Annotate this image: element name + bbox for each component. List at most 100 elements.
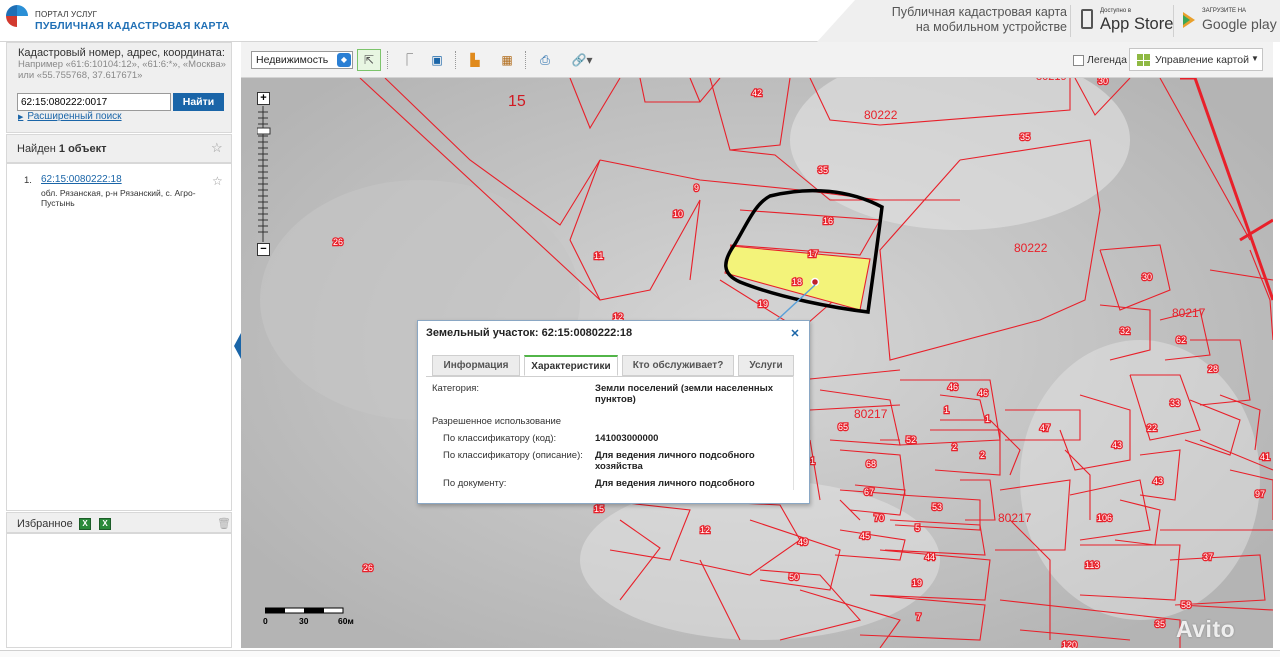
- google-play-icon: [1183, 12, 1195, 28]
- scale-bar: 0 30 60м: [263, 607, 354, 627]
- popup-scrollbar[interactable]: [793, 376, 801, 490]
- measure-help-icon[interactable]: ⎾: [395, 49, 419, 71]
- identify-icon[interactable]: ▣: [425, 49, 449, 71]
- tab-who-serves[interactable]: Кто обслуживает?: [622, 355, 734, 376]
- legend-label[interactable]: Легенда: [1087, 54, 1127, 66]
- svg-text:10: 10: [673, 209, 683, 219]
- svg-text:7: 7: [916, 612, 921, 622]
- zoom-out-button[interactable]: −: [257, 243, 270, 256]
- excel-import-icon[interactable]: X: [99, 518, 111, 530]
- svg-text:37: 37: [1203, 552, 1213, 562]
- svg-text:19: 19: [912, 578, 922, 588]
- svg-text:17: 17: [808, 249, 818, 259]
- svg-text:22: 22: [1147, 423, 1157, 433]
- svg-text:80217: 80217: [998, 511, 1032, 525]
- found-text: Найден 1 объект: [17, 143, 107, 155]
- svg-text:26: 26: [363, 563, 373, 573]
- svg-text:28: 28: [1208, 364, 1218, 374]
- popup-body: Категория: Земли поселений (земли населе…: [426, 376, 800, 490]
- zoom-in-button[interactable]: +: [257, 92, 270, 105]
- svg-text:80222: 80222: [864, 108, 898, 122]
- star-icon[interactable]: ☆: [211, 140, 223, 156]
- svg-text:52: 52: [906, 435, 916, 445]
- trash-icon[interactable]: 🗑: [217, 517, 231, 530]
- svg-text:11: 11: [594, 251, 603, 261]
- svg-text:46: 46: [978, 388, 988, 398]
- svg-text:68: 68: [866, 459, 876, 469]
- search-box: Кадастровый номер, адрес, координата: На…: [6, 42, 232, 133]
- map-control-dropdown[interactable]: Управление картой ▼: [1129, 48, 1263, 71]
- results-list: 1. 62:15:0080222:18 обл. Рязанская, р-н …: [6, 163, 232, 511]
- svg-text:53: 53: [932, 502, 942, 512]
- svg-text:9: 9: [694, 183, 699, 193]
- svg-text:43: 43: [1112, 440, 1122, 450]
- svg-text:12: 12: [700, 525, 710, 535]
- svg-text:97: 97: [1255, 489, 1265, 499]
- svg-text:120: 120: [1062, 640, 1077, 648]
- info-pointer-button[interactable]: ⇱: [357, 49, 381, 71]
- collapse-panel-icon[interactable]: [234, 333, 241, 359]
- svg-text:16: 16: [823, 216, 833, 226]
- favorites-title: Избранное: [17, 518, 73, 530]
- tab-info[interactable]: Информация: [432, 355, 520, 376]
- portal-logo-icon[interactable]: [6, 5, 28, 27]
- svg-text:113: 113: [1085, 560, 1099, 570]
- svg-text:33: 33: [1170, 398, 1180, 408]
- layer-select[interactable]: Недвижимость ◆: [251, 51, 353, 69]
- close-icon[interactable]: ✕: [789, 329, 801, 341]
- avito-watermark: Avito: [1176, 616, 1236, 642]
- popup-title: Земельный участок: 62:15:0080222:18: [426, 327, 633, 339]
- brand-portal: ПОРТАЛ УСЛУГ: [35, 10, 98, 19]
- star-icon[interactable]: ☆: [212, 174, 223, 188]
- parcel-popup: Земельный участок: 62:15:0080222:18 ✕ Ин…: [417, 320, 810, 504]
- svg-text:45: 45: [860, 531, 870, 541]
- legend-checkbox[interactable]: [1073, 55, 1084, 66]
- zoom-control[interactable]: + −: [257, 92, 271, 258]
- row-label: Разрешенное использование: [432, 416, 562, 427]
- grid-icon: [1137, 54, 1150, 66]
- search-input[interactable]: [17, 93, 171, 111]
- favorites-header: Избранное X X 🗑: [6, 512, 232, 533]
- svg-text:15: 15: [508, 93, 526, 110]
- search-button[interactable]: Найти: [173, 93, 224, 111]
- svg-text:1: 1: [944, 405, 949, 415]
- svg-text:49: 49: [798, 537, 808, 547]
- svg-text:67: 67: [864, 487, 874, 497]
- link-icon[interactable]: 🔗▾: [565, 49, 599, 71]
- chevron-down-icon: ▼: [1251, 54, 1259, 63]
- advanced-search-link[interactable]: ▶ Расширенный поиск: [18, 111, 122, 122]
- brand-title[interactable]: ПУБЛИЧНАЯ КАДАСТРОВАЯ КАРТА: [35, 20, 230, 32]
- svg-text:43: 43: [1153, 476, 1163, 486]
- svg-text:26: 26: [333, 237, 343, 247]
- mobile-apps-panel: Публичная кадастровая карта на мобильном…: [817, 0, 1280, 42]
- result-link[interactable]: 62:15:0080222:18: [41, 174, 122, 185]
- google-play-button[interactable]: ЗАГРУЗИТЕ НА Google play: [1180, 5, 1277, 36]
- area-icon[interactable]: ▦: [495, 49, 519, 71]
- svg-text:19: 19: [758, 299, 768, 309]
- svg-text:15: 15: [594, 504, 604, 514]
- mobile-promo-text: Публичная кадастровая карта на мобильном…: [891, 5, 1067, 34]
- triangle-right-icon: ▶: [18, 114, 24, 121]
- zoom-slider[interactable]: [257, 106, 271, 242]
- excel-export-icon[interactable]: X: [79, 518, 91, 530]
- svg-text:47: 47: [1040, 423, 1050, 433]
- svg-text:80217: 80217: [854, 407, 888, 421]
- tab-services[interactable]: Услуги: [738, 355, 794, 376]
- result-address: обл. Рязанская, р-н Рязанский, с. Агро-П…: [41, 188, 196, 208]
- svg-text:80222: 80222: [1014, 241, 1048, 255]
- svg-text:2: 2: [952, 442, 957, 452]
- row-label: Категория:: [432, 383, 480, 394]
- app-store-button[interactable]: Доступно в App Store: [1078, 5, 1173, 36]
- svg-text:46: 46: [948, 382, 958, 392]
- tab-characteristics[interactable]: Характеристики: [524, 355, 618, 376]
- svg-text:58: 58: [1181, 600, 1191, 610]
- search-title: Кадастровый номер, адрес, координата:: [18, 47, 225, 59]
- footer-line: [0, 650, 1280, 657]
- phone-icon: [1081, 9, 1093, 29]
- left-panel: Кадастровый номер, адрес, координата: На…: [6, 42, 232, 648]
- print-icon[interactable]: ⎙: [533, 49, 557, 71]
- ruler-icon[interactable]: ▙: [463, 49, 487, 71]
- svg-text:35: 35: [818, 165, 828, 175]
- svg-text:106: 106: [1097, 513, 1112, 523]
- svg-text:5: 5: [915, 523, 920, 533]
